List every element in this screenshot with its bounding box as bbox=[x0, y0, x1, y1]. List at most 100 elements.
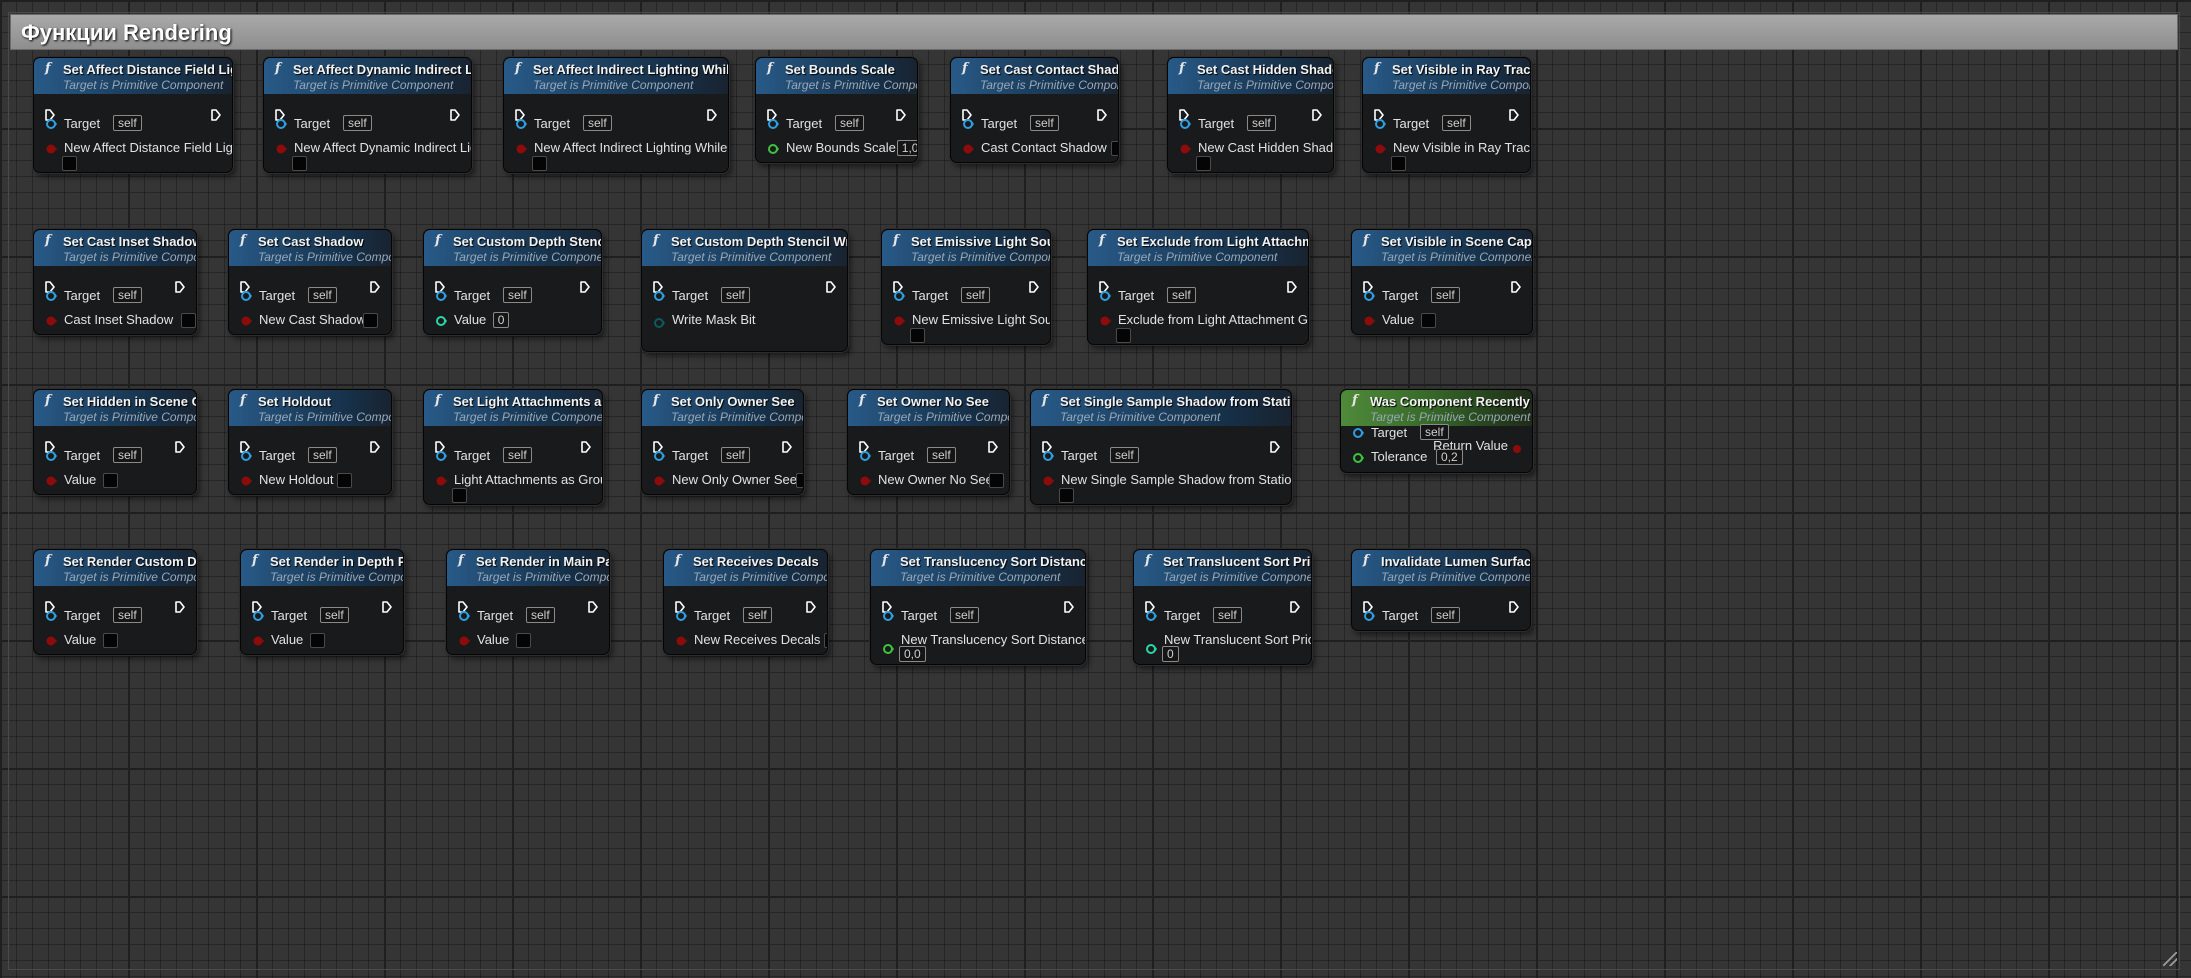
param-checkbox[interactable] bbox=[1420, 313, 1436, 328]
target-pin-icon[interactable] bbox=[435, 289, 447, 301]
exec-out-pin-icon[interactable] bbox=[988, 440, 998, 453]
node-header[interactable]: f Set Receives Decals Target is Primitive … bbox=[664, 550, 827, 586]
bool-pin-icon[interactable] bbox=[893, 314, 905, 326]
target-pin-icon[interactable] bbox=[1042, 449, 1054, 461]
target-field[interactable]: self bbox=[1167, 287, 1196, 303]
exec-out-pin-icon[interactable] bbox=[782, 440, 792, 453]
param-checkbox[interactable] bbox=[309, 633, 325, 648]
exec-out-pin-icon[interactable] bbox=[581, 440, 591, 453]
node-header[interactable]: f Set HoldoutTarget is Primitive Componen… bbox=[229, 390, 391, 426]
target-field[interactable]: self bbox=[1110, 447, 1139, 463]
node-header[interactable]: f Set Translucent Sort PriorityTarget is … bbox=[1134, 550, 1311, 586]
bool-pin-icon[interactable] bbox=[435, 474, 447, 486]
exec-out-pin-icon[interactable] bbox=[1029, 280, 1039, 293]
resize-grip-icon[interactable] bbox=[2163, 952, 2177, 966]
exec-out-pin-icon[interactable] bbox=[707, 108, 717, 121]
param-checkbox[interactable] bbox=[452, 488, 467, 503]
node-header[interactable]: f Set Only Owner See Target is Primitive C… bbox=[642, 390, 803, 426]
node-header[interactable]: f Set Custom Depth Stencil ValueTarget is… bbox=[424, 230, 601, 266]
target-pin-icon[interactable] bbox=[882, 609, 894, 621]
target-field[interactable]: self bbox=[113, 115, 142, 131]
target-pin-icon[interactable] bbox=[962, 117, 974, 129]
target-field[interactable]: self bbox=[503, 447, 532, 463]
node-header[interactable]: f Invalidate Lumen Surface CacheTarget is… bbox=[1352, 550, 1530, 586]
param-checkbox[interactable] bbox=[292, 156, 307, 171]
exec-out-pin-icon[interactable] bbox=[370, 280, 380, 293]
exec-out-pin-icon[interactable] bbox=[826, 280, 836, 293]
param-checkbox[interactable] bbox=[988, 473, 1004, 488]
exec-out-pin-icon[interactable] bbox=[370, 440, 380, 453]
bool-pin-icon[interactable] bbox=[45, 142, 57, 154]
node-header[interactable]: f Set Cast Hidden ShadowTarget is Primiti… bbox=[1168, 58, 1333, 94]
function-node[interactable]: f Set Render Custom DepthTarget is Primit… bbox=[33, 549, 197, 655]
bool-pin-icon[interactable] bbox=[1099, 314, 1111, 326]
bool-pin-icon[interactable] bbox=[1179, 142, 1191, 154]
bool-pin-icon[interactable] bbox=[1374, 142, 1386, 154]
target-field[interactable]: self bbox=[1442, 115, 1471, 131]
bool-pin-icon[interactable] bbox=[962, 142, 974, 154]
target-field[interactable]: self bbox=[308, 287, 337, 303]
exec-out-pin-icon[interactable] bbox=[211, 108, 221, 121]
target-pin-icon[interactable] bbox=[653, 289, 665, 301]
bool-pin-icon[interactable] bbox=[240, 314, 252, 326]
bool-pin-icon[interactable] bbox=[1363, 314, 1375, 326]
param-checkbox[interactable] bbox=[1059, 488, 1074, 503]
param-checkbox[interactable] bbox=[102, 473, 118, 488]
param-checkbox[interactable] bbox=[824, 633, 827, 648]
bool-pin-icon[interactable] bbox=[45, 314, 57, 326]
param-value-field[interactable]: 0 bbox=[492, 312, 510, 328]
param-checkbox[interactable] bbox=[337, 473, 353, 488]
comment-box-title-bar[interactable]: Функции Rendering bbox=[10, 14, 2178, 50]
node-header[interactable]: f Set Cast Inset Shadow Target is Primitiv… bbox=[34, 230, 196, 266]
exec-out-pin-icon[interactable] bbox=[175, 280, 185, 293]
exec-out-pin-icon[interactable] bbox=[1511, 280, 1521, 293]
param-checkbox[interactable] bbox=[363, 313, 379, 328]
param-checkbox[interactable] bbox=[515, 633, 531, 648]
target-pin-icon[interactable] bbox=[240, 449, 252, 461]
function-node[interactable]: f Set Bounds Scale Target is Primitive Com… bbox=[755, 57, 918, 163]
function-node[interactable]: f Set Custom Depth Stencil ValueTarget is… bbox=[423, 229, 602, 335]
function-node[interactable]: f Set Visible in Ray TracingTarget is Pri… bbox=[1362, 57, 1531, 173]
param-value-field[interactable]: 0,2 bbox=[1435, 449, 1463, 465]
exec-out-pin-icon[interactable] bbox=[450, 108, 460, 121]
node-header[interactable]: f Set Exclude from Light Attachment Group… bbox=[1088, 230, 1308, 266]
exec-out-pin-icon[interactable] bbox=[175, 600, 185, 613]
target-pin-icon[interactable] bbox=[515, 117, 527, 129]
function-node[interactable]: fSet Visible in Scene Capture OnlyTarget… bbox=[1351, 229, 1533, 335]
exec-out-pin-icon[interactable] bbox=[806, 600, 816, 613]
node-header[interactable]: f Set Custom Depth Stencil Write MaskTarg… bbox=[642, 230, 847, 266]
target-field[interactable]: self bbox=[113, 447, 142, 463]
target-field[interactable]: self bbox=[113, 287, 142, 303]
target-field[interactable]: self bbox=[343, 115, 372, 131]
bool-pin-icon[interactable] bbox=[275, 142, 287, 154]
target-pin-icon[interactable] bbox=[1352, 426, 1364, 438]
target-field[interactable]: self bbox=[721, 287, 750, 303]
target-pin-icon[interactable] bbox=[275, 117, 287, 129]
return-value-pin-icon[interactable] bbox=[1512, 441, 1522, 459]
param-value-field[interactable]: 0,0 bbox=[899, 646, 926, 662]
target-pin-icon[interactable] bbox=[1179, 117, 1191, 129]
param-checkbox[interactable] bbox=[795, 473, 803, 488]
target-field[interactable]: self bbox=[503, 287, 532, 303]
target-field[interactable]: self bbox=[1247, 115, 1276, 131]
function-node[interactable]: f Invalidate Lumen Surface CacheTarget is… bbox=[1351, 549, 1531, 631]
float-pin-icon[interactable] bbox=[767, 142, 779, 154]
param-checkbox[interactable] bbox=[1116, 328, 1131, 343]
function-node[interactable]: f Set Render in Main PassTarget is Primit… bbox=[446, 549, 610, 655]
int-pin-icon[interactable] bbox=[1145, 642, 1157, 654]
node-header[interactable]: f Set Render in Depth PassTarget is Primi… bbox=[241, 550, 403, 586]
function-node[interactable]: f Set Hidden in Scene CaptureTarget is Pr… bbox=[33, 389, 197, 495]
target-field[interactable]: self bbox=[961, 287, 990, 303]
bool-pin-icon[interactable] bbox=[1042, 474, 1054, 486]
bool-pin-icon[interactable] bbox=[515, 142, 527, 154]
exec-out-pin-icon[interactable] bbox=[1097, 108, 1107, 121]
target-pin-icon[interactable] bbox=[859, 449, 871, 461]
param-checkbox[interactable] bbox=[181, 313, 196, 328]
enum-pin-icon[interactable] bbox=[653, 316, 665, 328]
target-pin-icon[interactable] bbox=[1145, 609, 1157, 621]
function-node[interactable]: f Set Exclude from Light Attachment Group… bbox=[1087, 229, 1309, 345]
target-pin-icon[interactable] bbox=[1374, 117, 1386, 129]
node-header[interactable]: f Set Visible in Ray TracingTarget is Pri… bbox=[1363, 58, 1530, 94]
target-field[interactable]: self bbox=[950, 607, 979, 623]
node-header[interactable]: f Was Component Recently RenderedTarget i… bbox=[1341, 390, 1532, 426]
